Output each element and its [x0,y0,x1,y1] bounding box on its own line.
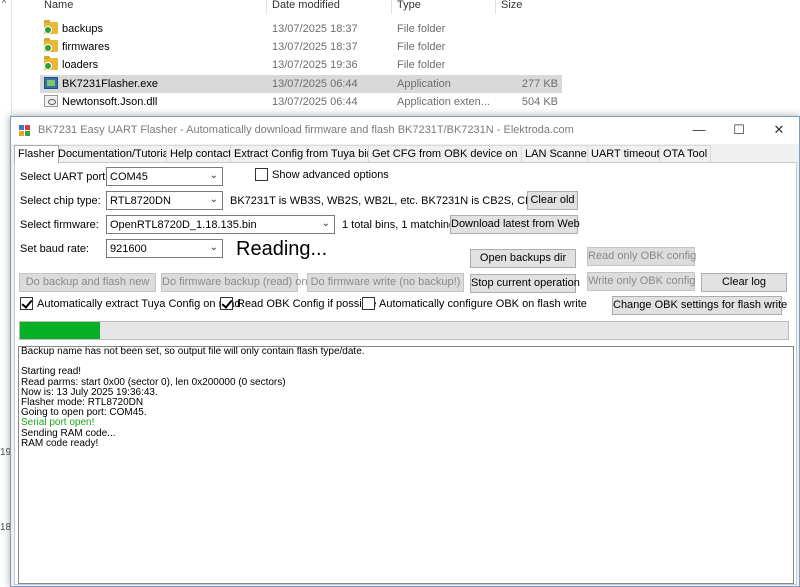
download-latest-button[interactable]: Download latest from Web [450,215,580,234]
file-type: File folder [397,59,446,71]
flasher-window: BK7231 Easy UART Flasher - Automatically… [10,116,800,587]
tab-uart-timeouts[interactable]: UART timeouts [587,145,670,162]
file-type: File folder [397,23,446,35]
maximize-button[interactable]: ☐ [719,117,759,144]
uart-port-select[interactable]: COM45 ⌄ [106,167,223,186]
tab-flasher[interactable]: Flasher [14,145,59,163]
file-name: Newtonsoft.Json.dll [62,96,158,108]
log-line: Serial port open! [21,417,95,429]
tab-documentation[interactable]: Documentation/Tutorials [54,145,181,162]
log-line: RAM code ready! [21,437,99,449]
tab-help-contact[interactable]: Help contact [166,145,236,162]
chevron-down-icon: ⌄ [209,170,218,181]
column-header-name[interactable]: Name [44,0,73,11]
file-row[interactable]: backups 13/07/2025 18:37 File folder [40,20,562,38]
stop-operation-button[interactable]: Stop current operation [470,274,580,293]
column-header-size[interactable]: Size [501,0,522,11]
progress-bar [19,321,789,340]
file-date: 13/07/2025 18:37 [272,23,358,35]
file-date: 13/07/2025 06:44 [272,96,358,108]
baud-rate-label: Set baud rate: [20,243,90,255]
progress-bar-fill [20,322,100,339]
chip-info-text: BK7231T is WB3S, WB2S, WB2L, etc. BK7231… [230,195,567,207]
bins-info-text: 1 total bins, 1 matching. [342,219,459,231]
exe-icon [44,77,58,89]
tab-ota-tool[interactable]: OTA Tool [659,145,712,162]
tab-get-cfg-lan[interactable]: Get CFG from OBK device on LAN [368,145,546,162]
minimize-button[interactable]: — [679,117,719,144]
file-size: 277 KB [521,78,558,90]
checkbox-box [362,297,375,310]
file-size: 504 KB [521,96,558,108]
file-row[interactable]: loaders 13/07/2025 19:36 File folder [40,56,562,74]
dll-icon [44,95,58,107]
chevron-down-icon: ⌄ [321,218,330,229]
log-line: Going to open port: COM45. [21,407,147,419]
read-obk-config-checkbox[interactable]: Read OBK Config if possible [220,297,376,310]
flasher-panel: Select UART port: COM45 ⌄ Show advanced … [14,162,797,585]
status-text: Reading... [236,238,328,260]
folder-icon [44,56,58,70]
title-bar[interactable]: BK7231 Easy UART Flasher - Automatically… [11,117,799,144]
checkmark-icon [20,297,33,310]
column-header-type[interactable]: Type [397,0,421,11]
auto-extract-tuya-checkbox[interactable]: Automatically extract Tuya Config on rea… [20,297,241,310]
uart-port-label: Select UART port: [20,171,109,183]
file-type: Application exten... [397,96,490,108]
baud-rate-select[interactable]: 921600 ⌄ [106,239,223,258]
file-name: backups [62,23,103,35]
folder-icon [44,20,58,34]
window-title: BK7231 Easy UART Flasher - Automatically… [38,124,574,136]
folder-icon [44,38,58,52]
chevron-down-icon: ⌄ [209,194,218,205]
file-type: File folder [397,41,446,53]
firmware-select[interactable]: OpenRTL8720D_1.18.135.bin ⌄ [106,215,335,234]
file-row[interactable]: Newtonsoft.Json.dll 13/07/2025 06:44 App… [40,93,562,111]
firmware-backup-button[interactable]: Do firmware backup (read) only [161,273,315,292]
clear-old-button[interactable]: Clear old [527,191,578,210]
checkmark-icon [220,297,233,310]
firmware-label: Select firmware: [20,219,99,231]
auto-configure-obk-checkbox[interactable]: Automatically configure OBK on flash wri… [362,297,587,310]
checkbox-box [255,168,268,181]
clear-log-button[interactable]: Clear log [701,273,787,292]
change-obk-settings-button[interactable]: Change OBK settings for flash write [612,296,787,315]
close-button[interactable]: ✕ [759,117,799,144]
column-header-date[interactable]: Date modified [272,0,340,11]
write-only-obk-config-button[interactable]: Write only OBK config [587,272,695,291]
file-date: 13/07/2025 19:36 [272,59,358,71]
tab-lan-scanner[interactable]: LAN Scanner [521,145,595,162]
tab-strip: Flasher Documentation/Tutorials Help con… [14,145,798,163]
explorer-column-header: Name Date modified Type Size [40,0,570,14]
file-row-selected[interactable]: BK7231Flasher.exe 13/07/2025 06:44 Appli… [40,75,562,93]
scroll-up-icon[interactable]: ^ [2,0,6,8]
file-name: BK7231Flasher.exe [62,78,159,90]
read-only-obk-config-button[interactable]: Read only OBK config [587,247,696,266]
file-type: Application [397,78,451,90]
file-date: 13/07/2025 18:37 [272,41,358,53]
chip-type-select[interactable]: RTL8720DN ⌄ [106,191,223,210]
show-advanced-checkbox[interactable]: Show advanced options [255,168,389,181]
log-line: Backup name has not been set, so output … [21,346,365,357]
file-name: firmwares [62,41,110,53]
open-backups-dir-button[interactable]: Open backups dir [470,249,576,268]
file-row[interactable]: firmwares 13/07/2025 18:37 File folder [40,38,562,56]
chip-type-label: Select chip type: [20,195,101,207]
log-output[interactable]: Backup name has not been set, so output … [18,346,794,584]
log-line: Sending RAM code... [21,427,116,439]
chevron-down-icon: ⌄ [209,242,218,253]
firmware-write-button[interactable]: Do firmware write (no backup!) [307,273,464,292]
file-date: 13/07/2025 06:44 [272,78,358,90]
backup-and-flash-button[interactable]: Do backup and flash new [19,273,156,292]
file-name: loaders [62,59,99,71]
app-icon [19,125,31,137]
